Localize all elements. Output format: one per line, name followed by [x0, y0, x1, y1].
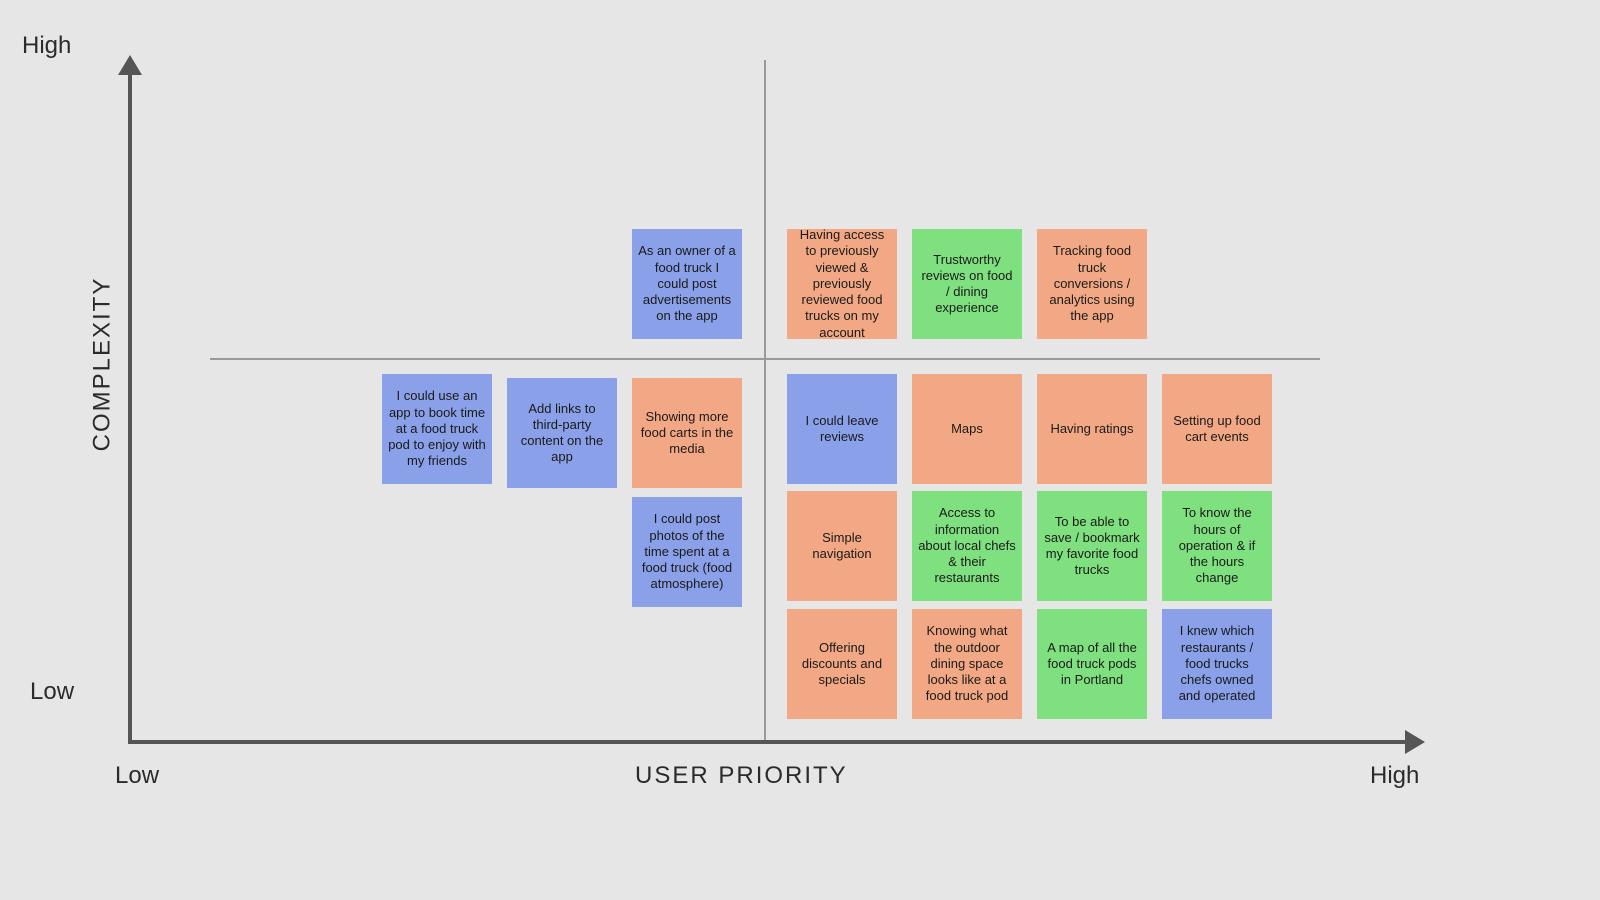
quadrant-divider-vertical [764, 60, 766, 740]
card-third-party-links[interactable]: Add links to third-party content on the … [507, 378, 617, 488]
x-axis-high-label: High [1370, 762, 1419, 790]
card-owner-ads[interactable]: As an owner of a food truck I could post… [632, 229, 742, 339]
card-simple-navigation[interactable]: Simple navigation [787, 491, 897, 601]
y-axis-low-label: Low [30, 678, 74, 706]
card-book-time[interactable]: I could use an app to book time at a foo… [382, 374, 492, 484]
y-axis-line [128, 70, 132, 742]
card-leave-reviews[interactable]: I could leave reviews [787, 374, 897, 484]
x-axis-title: USER PRIORITY [635, 762, 848, 790]
card-tracking-analytics[interactable]: Tracking food truck conversions / analyt… [1037, 229, 1147, 339]
quadrant-divider-horizontal [210, 358, 1320, 360]
card-which-chefs-owned[interactable]: I knew which restaurants / food trucks c… [1162, 609, 1272, 719]
y-axis-high-label: High [22, 32, 71, 60]
y-axis-arrow-icon [118, 55, 142, 75]
card-food-cart-events[interactable]: Setting up food cart events [1162, 374, 1272, 484]
x-axis-line [128, 740, 1408, 744]
card-trustworthy-reviews[interactable]: Trustworthy reviews on food / dining exp… [912, 229, 1022, 339]
card-discounts-specials[interactable]: Offering discounts and specials [787, 609, 897, 719]
card-post-photos[interactable]: I could post photos of the time spent at… [632, 497, 742, 607]
card-save-bookmark[interactable]: To be able to save / bookmark my favorit… [1037, 491, 1147, 601]
x-axis-low-label: Low [115, 762, 159, 790]
y-axis-title: COMPLEXITY [88, 277, 116, 452]
card-more-carts-media[interactable]: Showing more food carts in the media [632, 378, 742, 488]
card-map-pods-portland[interactable]: A map of all the food truck pods in Port… [1037, 609, 1147, 719]
card-maps[interactable]: Maps [912, 374, 1022, 484]
card-having-ratings[interactable]: Having ratings [1037, 374, 1147, 484]
card-previously-viewed[interactable]: Having access to previously viewed & pre… [787, 229, 897, 339]
x-axis-arrow-icon [1405, 730, 1425, 754]
card-local-chefs-info[interactable]: Access to information about local chefs … [912, 491, 1022, 601]
card-hours-operation[interactable]: To know the hours of operation & if the … [1162, 491, 1272, 601]
card-outdoor-dining-space[interactable]: Knowing what the outdoor dining space lo… [912, 609, 1022, 719]
